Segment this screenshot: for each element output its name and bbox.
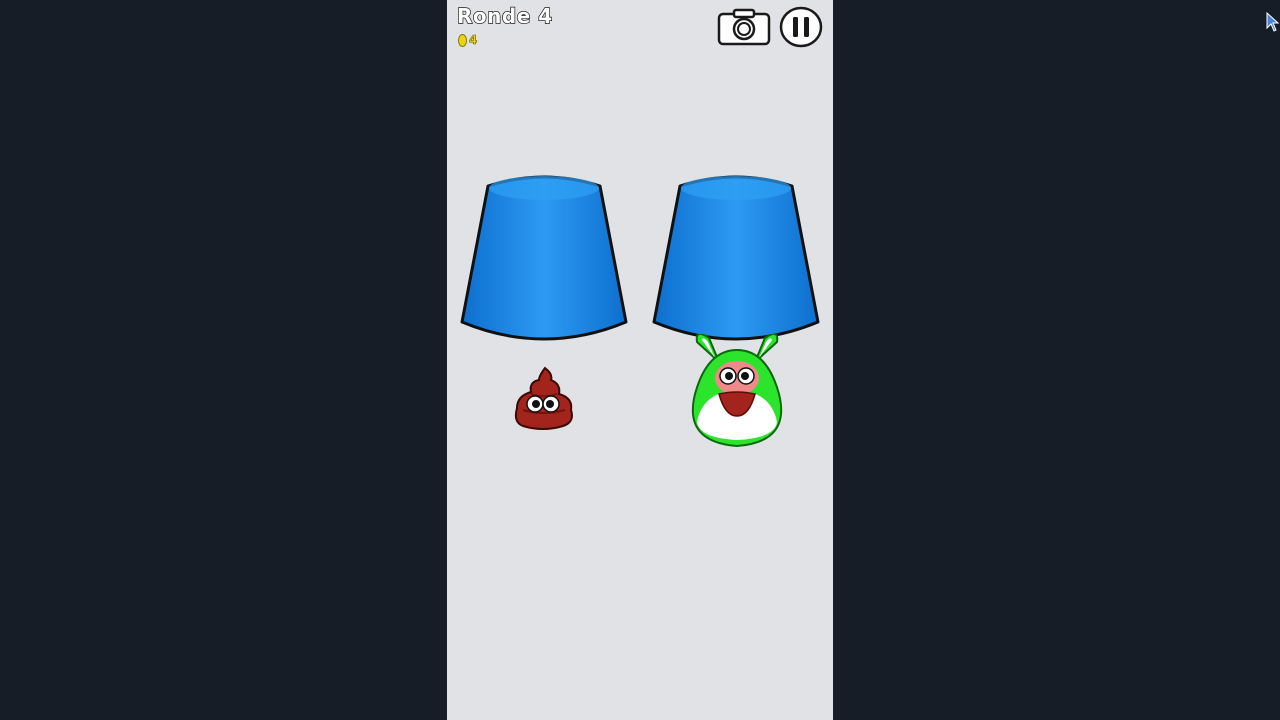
round-label: Ronde 4 (456, 3, 553, 28)
poop-icon (514, 366, 573, 430)
game-area: Ronde 4 4 (447, 0, 833, 720)
screen: Ronde 4 4 (0, 0, 1280, 720)
camera-button[interactable] (717, 8, 771, 46)
bunny-pou-icon (691, 332, 783, 448)
cup-left[interactable] (459, 170, 629, 342)
cup-right[interactable] (651, 170, 821, 342)
coin-icon (458, 33, 467, 47)
pause-icon (779, 6, 823, 48)
mouse-cursor-icon (1266, 12, 1280, 32)
cup-left-graphic (460, 175, 628, 341)
coin-count: 4 (469, 33, 478, 48)
poop-character (509, 366, 577, 432)
bunny-character[interactable] (679, 332, 795, 450)
pause-button[interactable] (779, 6, 823, 48)
camera-icon (717, 8, 771, 46)
cup-right-graphic (652, 175, 820, 341)
coin-counter: 4 (458, 33, 478, 48)
